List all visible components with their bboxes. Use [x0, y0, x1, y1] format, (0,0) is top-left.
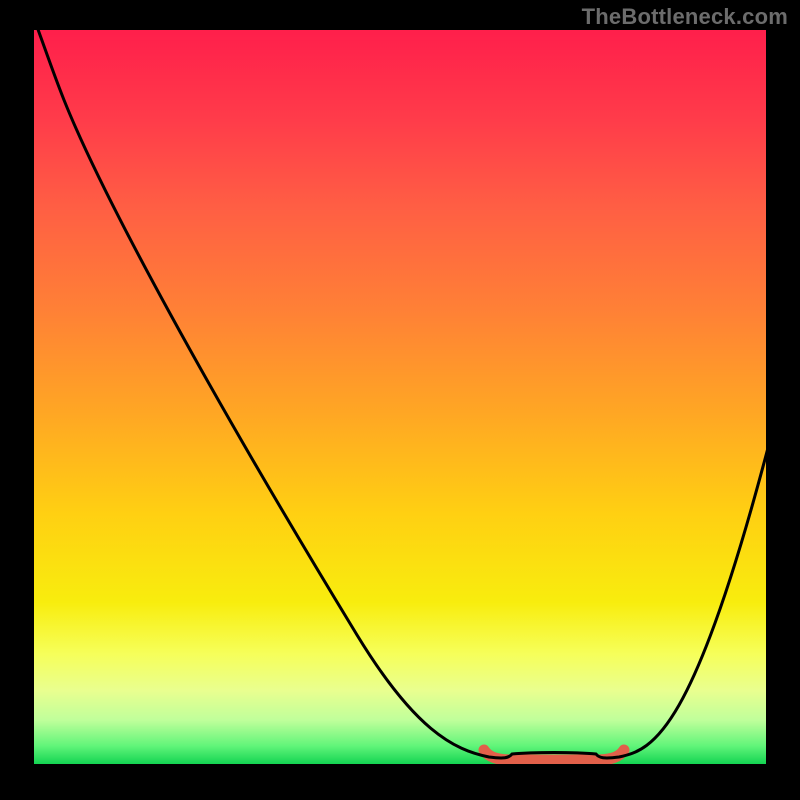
- chart-container: TheBottleneck.com: [0, 0, 800, 800]
- bottleneck-curve: [34, 30, 766, 758]
- curve-layer: [34, 30, 766, 764]
- watermark-text: TheBottleneck.com: [582, 4, 788, 30]
- plot-area: [34, 30, 766, 764]
